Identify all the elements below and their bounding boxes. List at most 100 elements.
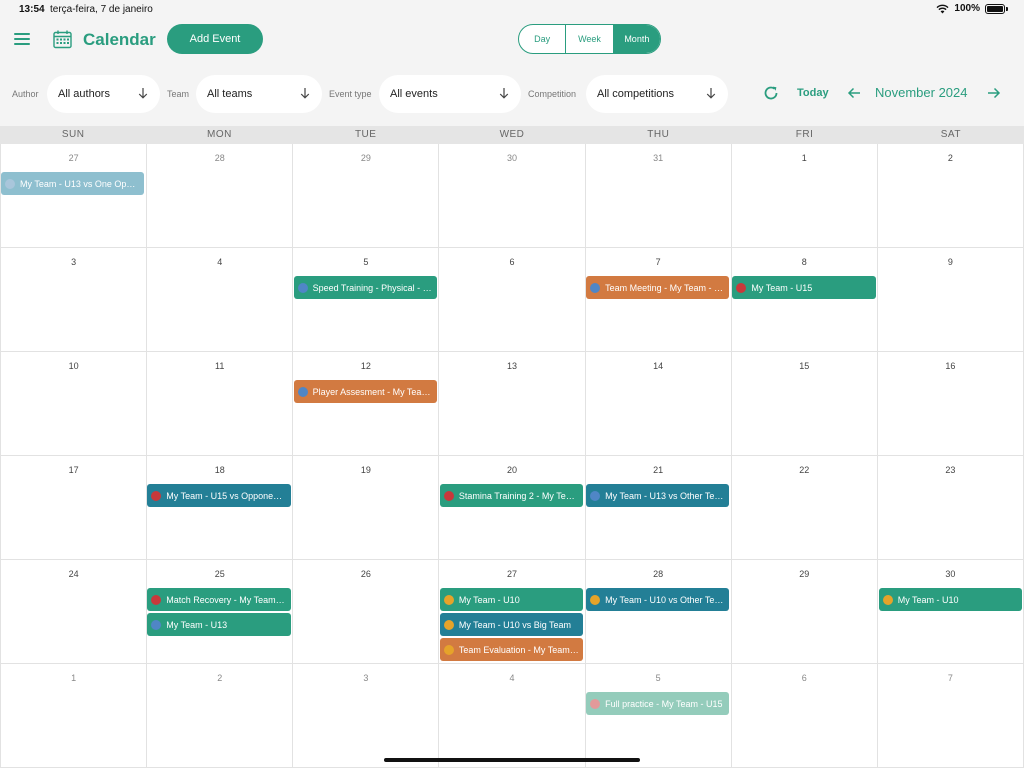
refresh-icon[interactable] (763, 85, 779, 101)
view-tab-week[interactable]: Week (566, 25, 614, 53)
day-number: 27 (506, 569, 517, 579)
day-cell[interactable]: 4 (147, 248, 294, 351)
event-dot-icon (590, 490, 601, 501)
day-number: 28 (653, 569, 664, 579)
day-cell[interactable]: 5 (293, 248, 440, 351)
event-chip[interactable]: Full practice - My Team - U15 (586, 692, 730, 715)
calendar-icon (53, 30, 72, 49)
day-number: 31 (653, 153, 664, 163)
event-chip[interactable]: My Team - U10 vs Other Team (586, 588, 730, 611)
day-number: 30 (945, 569, 956, 579)
day-cell[interactable]: 28 (147, 144, 294, 247)
day-cell[interactable]: 27 (0, 144, 148, 247)
day-cell[interactable]: 17 (0, 456, 148, 559)
event-chip[interactable]: Stamina Training 2 - My Team - U15 (439, 484, 584, 507)
day-cell[interactable]: 4 (439, 664, 586, 767)
event-dot-icon (590, 698, 601, 709)
day-cell[interactable]: 7 (586, 248, 732, 351)
event-chip[interactable]: My Team - U10 vs Big Team (439, 613, 584, 636)
day-cell[interactable]: 11 (147, 352, 294, 455)
day-number: 10 (68, 361, 79, 371)
day-cell[interactable]: 21 (586, 456, 732, 559)
day-cell[interactable]: 15 (732, 352, 878, 455)
day-cell[interactable]: 30 (439, 144, 586, 247)
event-dot-icon (443, 619, 454, 630)
event-chip[interactable]: My Team - U13 vs One Opponent (1, 172, 145, 195)
add-event-button[interactable]: Add Event (167, 24, 263, 54)
day-cell[interactable]: 8 (732, 248, 878, 351)
event-chip[interactable]: Team Meeting - My Team - U15 (586, 276, 730, 299)
day-cell[interactable]: 1 (0, 664, 148, 767)
day-cell[interactable]: 29 (293, 144, 440, 247)
day-cell[interactable]: 26 (293, 560, 440, 663)
home-indicator[interactable] (384, 758, 640, 762)
team-filter-select[interactable]: All teams (196, 75, 322, 113)
day-cell[interactable]: 3 (293, 664, 440, 767)
event-chip[interactable]: Speed Training - Physical - My Team (293, 276, 437, 299)
status-bar: 13:54 terça-feira, 7 de janeiro 100% (0, 0, 1024, 20)
day-cell[interactable]: 28 (586, 560, 732, 663)
event-dot-icon (590, 594, 601, 605)
arrow-left-icon[interactable] (847, 86, 861, 100)
event-chip[interactable]: Match Recovery - My Team - U15 (147, 588, 291, 611)
day-number: 21 (653, 465, 664, 475)
day-cell[interactable]: 22 (732, 456, 878, 559)
day-cell[interactable]: 13 (439, 352, 586, 455)
event-title: Speed Training - Physical - My Team (312, 282, 437, 293)
event-title: Player Assesment - My Team - U13 (312, 386, 437, 397)
day-cell[interactable]: 18 (147, 456, 294, 559)
day-cell[interactable]: 1 (732, 144, 878, 247)
day-cell[interactable]: 10 (0, 352, 148, 455)
day-cell[interactable]: 23 (878, 456, 1024, 559)
event-dot-icon (443, 594, 454, 605)
day-cell[interactable]: 24 (0, 560, 148, 663)
day-cell[interactable]: 6 (732, 664, 878, 767)
day-cell[interactable]: 5 (586, 664, 732, 767)
weekday-label: FRI (795, 129, 814, 140)
event-chip[interactable]: My Team - U15 (732, 276, 876, 299)
day-number: 9 (947, 257, 953, 267)
day-cell[interactable]: 12 (293, 352, 440, 455)
event-chip[interactable]: My Team - U13 vs Other Team (586, 484, 730, 507)
battery-icon (985, 3, 1005, 14)
weekday-label: MON (207, 129, 232, 140)
battery-percent: 100% (954, 3, 980, 14)
day-number: 15 (799, 361, 810, 371)
event-title: My Team - U13 vs Other Team (605, 490, 727, 501)
event-chip[interactable]: My Team - U10 (439, 588, 584, 611)
author-filter-select[interactable]: All authors (47, 75, 160, 113)
event-chip[interactable]: Team Evaluation - My Team - U10 (439, 638, 584, 661)
competition-filter-select[interactable]: All competitions (586, 75, 728, 113)
event-chip[interactable]: My Team - U13 (147, 613, 291, 636)
view-tab-month[interactable]: Month (613, 25, 660, 53)
day-cell[interactable]: 6 (439, 248, 586, 351)
day-number: 24 (68, 569, 79, 579)
event-chip[interactable]: My Team - U10 (878, 588, 1022, 611)
day-number: 23 (945, 465, 956, 475)
day-cell[interactable]: 16 (878, 352, 1024, 455)
day-cell[interactable]: 2 (147, 664, 294, 767)
menu-icon[interactable] (14, 33, 30, 45)
day-cell[interactable]: 7 (878, 664, 1024, 767)
day-cell[interactable]: 2 (878, 144, 1024, 247)
today-button[interactable]: Today (797, 87, 829, 99)
day-cell[interactable]: 30 (878, 560, 1024, 663)
day-cell[interactable]: 19 (293, 456, 440, 559)
day-cell[interactable]: 31 (586, 144, 732, 247)
event-chip[interactable]: My Team - U15 vs Opponent Team (147, 484, 291, 507)
arrow-right-icon[interactable] (987, 86, 1001, 100)
view-tab-day[interactable]: Day (519, 25, 567, 53)
author-filter-value: All authors (58, 88, 110, 100)
event-chip[interactable]: Player Assesment - My Team - U13 (293, 380, 437, 403)
day-cell[interactable]: 29 (732, 560, 878, 663)
day-cell[interactable]: 14 (586, 352, 732, 455)
event-title: My Team - U15 vs Opponent Team (166, 490, 290, 501)
team-filter-label: Team (167, 89, 190, 99)
day-cell[interactable]: 25 (147, 560, 294, 663)
day-cell[interactable]: 9 (878, 248, 1024, 351)
event-type-filter-select[interactable]: All events (379, 75, 521, 113)
week-row: 1 2 3 4 5 6 7 Full practice - My Team - U15 (0, 664, 1024, 768)
day-number: 25 (214, 569, 225, 579)
day-cell[interactable]: 20 (439, 456, 586, 559)
day-cell[interactable]: 3 (0, 248, 148, 351)
